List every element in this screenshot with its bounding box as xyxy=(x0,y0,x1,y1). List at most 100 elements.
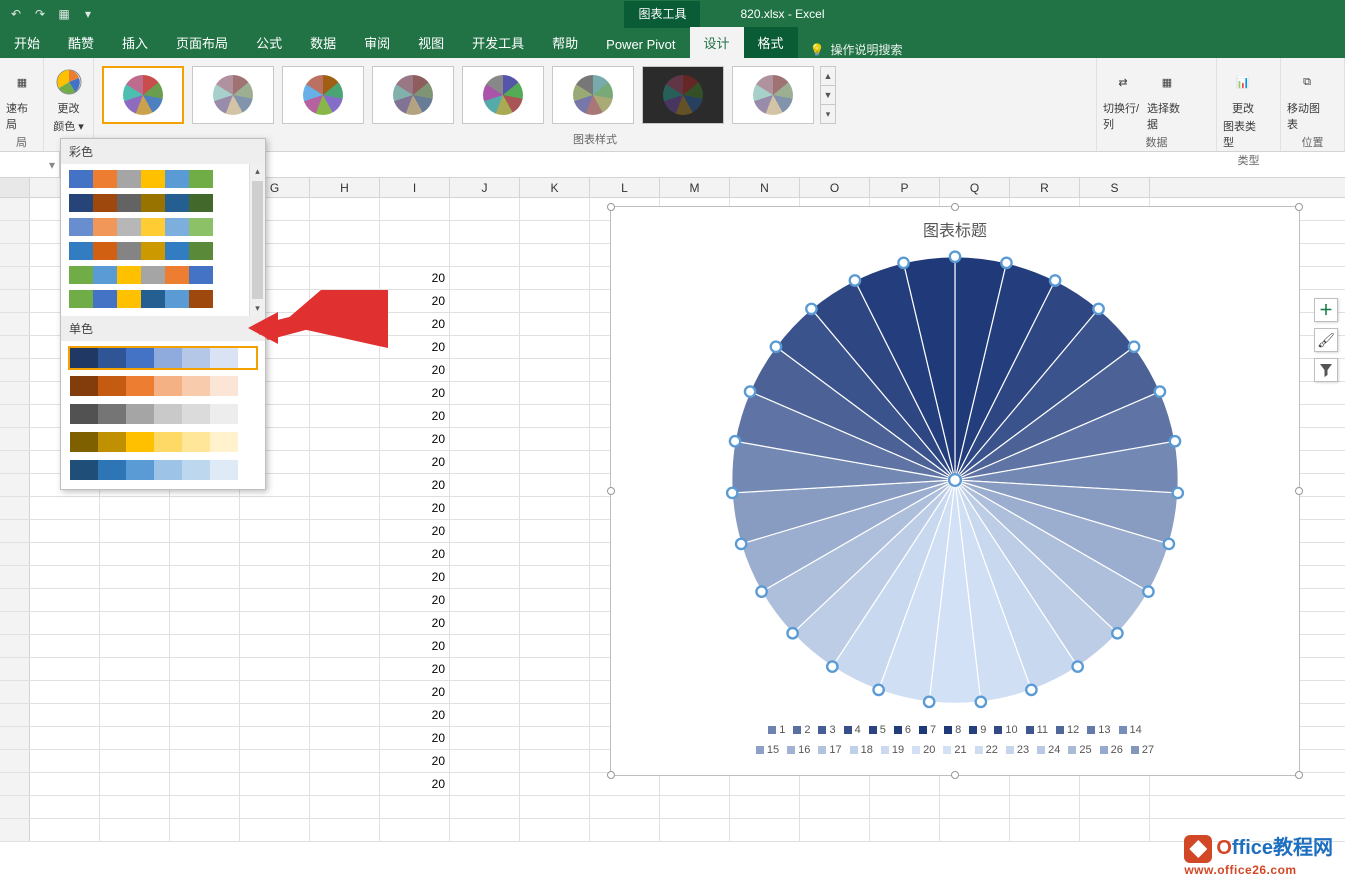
chart-style-8[interactable] xyxy=(732,66,814,124)
chart-title[interactable]: 图表标题 xyxy=(611,207,1299,245)
cell[interactable]: 20 xyxy=(380,681,450,703)
row-header[interactable] xyxy=(0,336,30,358)
row-header[interactable] xyxy=(0,681,30,703)
cell[interactable] xyxy=(450,750,520,772)
cell[interactable] xyxy=(100,819,170,841)
cell[interactable] xyxy=(170,589,240,611)
row-header[interactable] xyxy=(0,313,30,335)
cell[interactable] xyxy=(310,819,380,841)
cell[interactable]: 20 xyxy=(380,382,450,404)
row-header[interactable] xyxy=(0,819,30,841)
cell[interactable] xyxy=(170,796,240,818)
tab-format[interactable]: 格式 xyxy=(744,27,798,58)
row-header[interactable] xyxy=(0,704,30,726)
legend-item[interactable]: 17 xyxy=(818,744,841,756)
tab-help[interactable]: 帮助 xyxy=(538,27,592,58)
cell[interactable] xyxy=(240,543,310,565)
select-data-button[interactable]: ▦ 选择数据 xyxy=(1147,64,1187,132)
cell[interactable] xyxy=(30,704,100,726)
cell[interactable] xyxy=(590,773,660,795)
cell[interactable] xyxy=(450,773,520,795)
cell[interactable] xyxy=(450,313,520,335)
quick-layout-button[interactable]: ▦ 速布局 xyxy=(6,64,38,132)
cell[interactable] xyxy=(520,750,590,772)
handle-tc[interactable] xyxy=(951,203,959,211)
cell[interactable] xyxy=(450,543,520,565)
legend-item[interactable]: 27 xyxy=(1131,744,1154,756)
cell[interactable] xyxy=(170,612,240,634)
cell[interactable] xyxy=(310,704,380,726)
cell[interactable] xyxy=(520,589,590,611)
legend-item[interactable]: 5 xyxy=(869,724,886,736)
col-header[interactable]: O xyxy=(800,178,870,197)
col-header[interactable]: N xyxy=(730,178,800,197)
tab-review[interactable]: 审阅 xyxy=(350,27,404,58)
cell[interactable] xyxy=(450,612,520,634)
cell[interactable] xyxy=(30,497,100,519)
cell[interactable] xyxy=(450,336,520,358)
row-header[interactable] xyxy=(0,221,30,243)
cell[interactable] xyxy=(240,681,310,703)
legend-item[interactable]: 21 xyxy=(943,744,966,756)
cell[interactable] xyxy=(310,750,380,772)
cell[interactable] xyxy=(450,382,520,404)
cell[interactable] xyxy=(240,727,310,749)
cell[interactable] xyxy=(450,819,520,841)
row-header[interactable] xyxy=(0,773,30,795)
legend-item[interactable]: 24 xyxy=(1037,744,1060,756)
cell[interactable] xyxy=(660,773,730,795)
legend-item[interactable]: 12 xyxy=(1056,724,1079,736)
cell[interactable] xyxy=(100,543,170,565)
cell[interactable] xyxy=(520,612,590,634)
cell[interactable] xyxy=(520,428,590,450)
cell[interactable] xyxy=(520,773,590,795)
cell[interactable] xyxy=(520,796,590,818)
row-header[interactable] xyxy=(0,405,30,427)
cell[interactable] xyxy=(170,635,240,657)
cell[interactable] xyxy=(240,612,310,634)
row-header[interactable] xyxy=(0,520,30,542)
cell[interactable] xyxy=(800,796,870,818)
cell[interactable] xyxy=(590,796,660,818)
chart-style-1[interactable] xyxy=(102,66,184,124)
cell[interactable]: 20 xyxy=(380,336,450,358)
cell[interactable] xyxy=(520,497,590,519)
cell[interactable] xyxy=(450,267,520,289)
legend-item[interactable]: 26 xyxy=(1100,744,1123,756)
cell[interactable] xyxy=(30,658,100,680)
chart-style-5[interactable] xyxy=(462,66,544,124)
cell[interactable] xyxy=(240,773,310,795)
cell[interactable] xyxy=(170,520,240,542)
cell[interactable]: 20 xyxy=(380,451,450,473)
cell[interactable] xyxy=(240,704,310,726)
cell[interactable] xyxy=(1010,796,1080,818)
chart-style-3[interactable] xyxy=(282,66,364,124)
col-header[interactable]: S xyxy=(1080,178,1150,197)
legend-item[interactable]: 13 xyxy=(1087,724,1110,736)
cell[interactable] xyxy=(310,658,380,680)
cell[interactable] xyxy=(450,704,520,726)
legend-item[interactable]: 2 xyxy=(793,724,810,736)
handle-tl[interactable] xyxy=(607,203,615,211)
cell[interactable] xyxy=(450,497,520,519)
cell[interactable] xyxy=(730,796,800,818)
mono-scheme-option[interactable] xyxy=(69,375,257,397)
cell[interactable]: 20 xyxy=(380,773,450,795)
tab-powerpivot[interactable]: Power Pivot xyxy=(592,31,689,58)
mono-scheme-option[interactable] xyxy=(69,431,257,453)
tab-insert[interactable]: 插入 xyxy=(108,27,162,58)
cell[interactable] xyxy=(1080,819,1150,841)
cell[interactable] xyxy=(310,451,380,473)
handle-br[interactable] xyxy=(1295,771,1303,779)
cell[interactable] xyxy=(380,819,450,841)
cell[interactable] xyxy=(30,566,100,588)
cell[interactable] xyxy=(100,635,170,657)
cell[interactable] xyxy=(520,313,590,335)
cell[interactable]: 20 xyxy=(380,474,450,496)
row-header[interactable] xyxy=(0,198,30,220)
cell[interactable] xyxy=(310,359,380,381)
cell[interactable] xyxy=(450,290,520,312)
cell[interactable] xyxy=(940,819,1010,841)
cell[interactable]: 20 xyxy=(380,612,450,634)
cell[interactable]: 20 xyxy=(380,704,450,726)
